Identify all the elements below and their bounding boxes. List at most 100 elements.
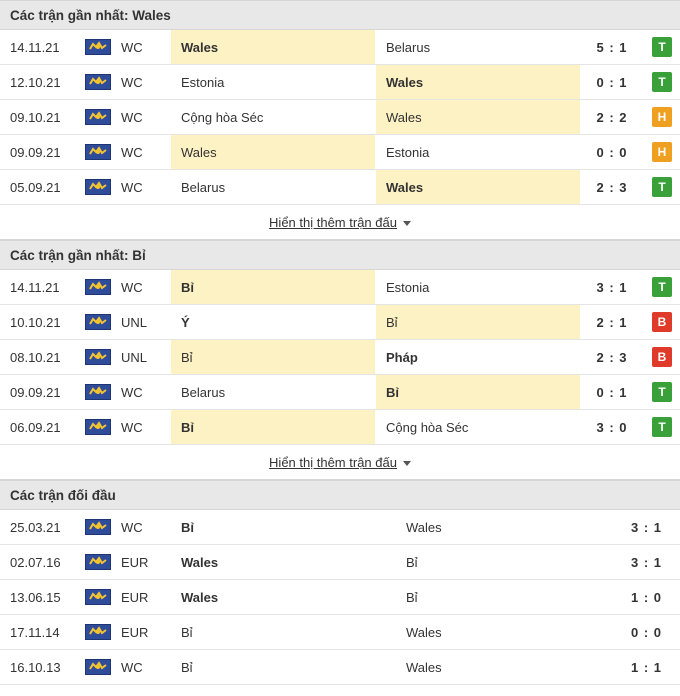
result-badge: H: [652, 142, 672, 162]
caret-down-icon: [402, 460, 411, 466]
head-to-head: Các trận đối đầu 25.03.21 WC Bỉ Wales 3 …: [0, 480, 680, 685]
home-team[interactable]: Wales: [171, 30, 375, 64]
result-badge: T: [652, 177, 672, 197]
league-code: WC: [121, 144, 143, 160]
away-team[interactable]: Wales: [376, 65, 580, 99]
match-date: 09.10.21: [10, 109, 61, 125]
home-team[interactable]: Wales: [171, 545, 396, 579]
league-code: UNL: [121, 349, 148, 365]
fifa-globe-icon: [85, 65, 111, 99]
match-date: 14.11.21: [10, 39, 60, 55]
away-team[interactable]: Wales: [396, 650, 586, 684]
away-team[interactable]: Wales: [376, 100, 580, 134]
league-code: UNL: [121, 314, 148, 330]
league-code: WC: [121, 279, 143, 295]
match-date: 14.11.21: [10, 279, 60, 295]
home-team[interactable]: Wales: [171, 580, 396, 614]
away-team[interactable]: Cộng hòa Séc: [376, 410, 580, 444]
section-title: Các trận gần nhất: Wales: [0, 0, 680, 30]
match-row[interactable]: 16.10.13 WC Bỉ Wales 1 : 1: [0, 650, 680, 685]
match-date: 10.10.21: [10, 314, 61, 330]
away-team[interactable]: Estonia: [376, 270, 580, 304]
fifa-globe-icon: [85, 375, 111, 409]
section-title: Các trận đối đầu: [0, 480, 680, 510]
recent-matches-belgium: Các trận gần nhất: Bỉ 14.11.21 WC Bỉ Est…: [0, 240, 680, 480]
home-team[interactable]: Bỉ: [171, 340, 375, 374]
home-team[interactable]: Belarus: [171, 375, 375, 409]
match-row[interactable]: 14.11.21 WC Bỉ Estonia 3 : 1 T: [0, 270, 680, 305]
match-score: 1 : 1: [630, 659, 662, 675]
away-team[interactable]: Bỉ: [376, 305, 580, 339]
league-code: WC: [121, 39, 143, 55]
recent-matches-wales: Các trận gần nhất: Wales 14.11.21 WC Wal…: [0, 0, 680, 240]
match-date: 05.09.21: [10, 179, 61, 195]
match-score: 2 : 1: [596, 314, 628, 330]
league-code: EUR: [121, 624, 149, 640]
fifa-globe-icon: [85, 410, 111, 444]
home-team[interactable]: Bỉ: [171, 650, 396, 684]
match-row[interactable]: 06.09.21 WC Bỉ Cộng hòa Séc 3 : 0 T: [0, 410, 680, 445]
away-team[interactable]: Wales: [396, 510, 586, 544]
match-row[interactable]: 10.10.21 UNL Ý Bỉ 2 : 1 B: [0, 305, 680, 340]
show-more-link[interactable]: Hiển thị thêm trận đấu: [269, 455, 411, 470]
match-score: 3 : 0: [596, 419, 628, 435]
match-score: 2 : 3: [596, 179, 628, 195]
match-row[interactable]: 09.09.21 WC Wales Estonia 0 : 0 H: [0, 135, 680, 170]
home-team[interactable]: Estonia: [171, 65, 375, 99]
fifa-globe-icon: [85, 270, 111, 304]
match-row[interactable]: 25.03.21 WC Bỉ Wales 3 : 1: [0, 510, 680, 545]
fifa-globe-icon: [85, 545, 111, 579]
fifa-globe-icon: [85, 170, 111, 204]
match-row[interactable]: 12.10.21 WC Estonia Wales 0 : 1 T: [0, 65, 680, 100]
fifa-globe-icon: [85, 650, 111, 684]
match-score: 5 : 1: [596, 39, 628, 55]
fifa-globe-icon: [85, 135, 111, 169]
home-team[interactable]: Belarus: [171, 170, 375, 204]
league-code: WC: [121, 384, 143, 400]
match-row[interactable]: 09.10.21 WC Cộng hòa Séc Wales 2 : 2 H: [0, 100, 680, 135]
result-badge: H: [652, 107, 672, 127]
fifa-globe-icon: [85, 340, 111, 374]
result-badge: B: [652, 347, 672, 367]
match-row[interactable]: 14.11.21 WC Wales Belarus 5 : 1 T: [0, 30, 680, 65]
match-row[interactable]: 02.07.16 EUR Wales Bỉ 3 : 1: [0, 545, 680, 580]
home-team[interactable]: Bỉ: [171, 510, 396, 544]
match-score: 3 : 1: [630, 554, 662, 570]
match-row[interactable]: 13.06.15 EUR Wales Bỉ 1 : 0: [0, 580, 680, 615]
league-code: WC: [121, 74, 143, 90]
match-row[interactable]: 08.10.21 UNL Bỉ Pháp 2 : 3 B: [0, 340, 680, 375]
match-row[interactable]: 17.11.14 EUR Bỉ Wales 0 : 0: [0, 615, 680, 650]
away-team[interactable]: Belarus: [376, 30, 580, 64]
home-team[interactable]: Ý: [171, 305, 375, 339]
show-more-link[interactable]: Hiển thị thêm trận đấu: [269, 215, 411, 230]
match-date: 02.07.16: [10, 554, 61, 570]
league-code: WC: [121, 419, 143, 435]
home-team[interactable]: Bỉ: [171, 615, 396, 649]
result-badge: T: [652, 277, 672, 297]
fifa-globe-icon: [85, 305, 111, 339]
match-row[interactable]: 05.09.21 WC Belarus Wales 2 : 3 T: [0, 170, 680, 205]
match-date: 16.10.13: [10, 659, 61, 675]
home-team[interactable]: Bỉ: [171, 270, 375, 304]
away-team[interactable]: Bỉ: [396, 545, 586, 579]
away-team[interactable]: Bỉ: [396, 580, 586, 614]
league-code: WC: [121, 109, 143, 125]
away-team[interactable]: Wales: [376, 170, 580, 204]
result-badge: T: [652, 72, 672, 92]
away-team[interactable]: Pháp: [376, 340, 580, 374]
home-team[interactable]: Wales: [171, 135, 375, 169]
away-team[interactable]: Bỉ: [376, 375, 580, 409]
match-score: 0 : 1: [596, 384, 628, 400]
match-row[interactable]: 09.09.21 WC Belarus Bỉ 0 : 1 T: [0, 375, 680, 410]
caret-down-icon: [402, 220, 411, 226]
match-date: 09.09.21: [10, 384, 61, 400]
result-badge: B: [652, 312, 672, 332]
result-badge: T: [652, 417, 672, 437]
home-team[interactable]: Bỉ: [171, 410, 375, 444]
match-score: 2 : 2: [596, 109, 628, 125]
away-team[interactable]: Wales: [396, 615, 586, 649]
match-date: 06.09.21: [10, 419, 61, 435]
fifa-globe-icon: [85, 100, 111, 134]
away-team[interactable]: Estonia: [376, 135, 580, 169]
home-team[interactable]: Cộng hòa Séc: [171, 100, 375, 134]
